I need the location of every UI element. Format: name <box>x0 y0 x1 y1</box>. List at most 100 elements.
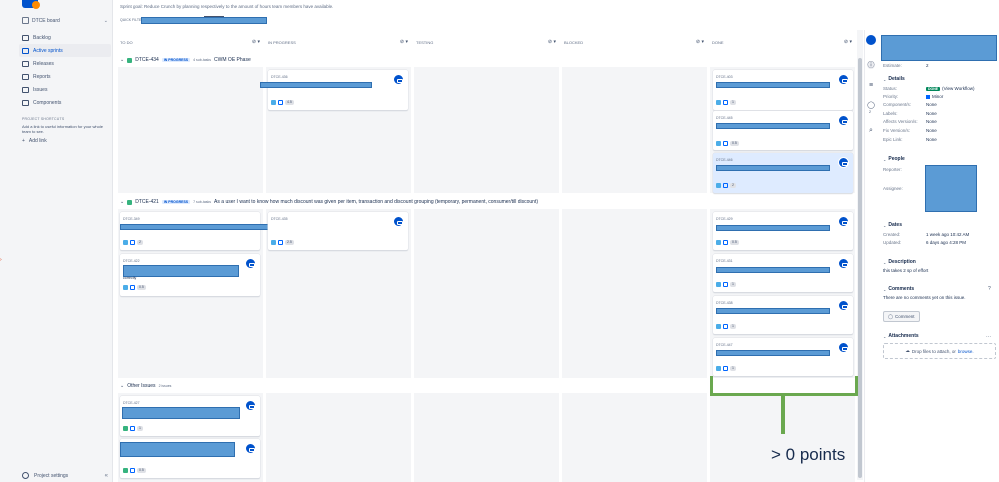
card-key[interactable]: DTCE-435 <box>271 217 288 221</box>
project-settings[interactable]: Project settings « <box>22 472 108 479</box>
issue-card[interactable]: DTCE-427 1 <box>120 396 260 436</box>
details-section-header[interactable]: ⌄ Details <box>883 76 905 82</box>
add-link-button[interactable]: + Add link <box>22 138 108 144</box>
more-options-icon[interactable]: ··· <box>986 334 991 340</box>
sidebar-item-active-sprints[interactable]: Active sprints <box>19 44 111 57</box>
column-constraint-icon[interactable]: ⊘ ▾ <box>548 39 556 45</box>
estimate-badge: 2.5 <box>285 240 294 245</box>
column-constraint-icon[interactable]: ⊘ ▾ <box>400 39 408 45</box>
attachment-icon[interactable]: ⌕ <box>867 127 875 135</box>
swimlane-header[interactable]: ⌄ DTCE-421 IN PROGRESS 7 sub-tasks As a … <box>120 199 538 205</box>
card-key[interactable]: DTCE-431 <box>716 259 733 263</box>
issue-card[interactable]: DTCE-349 2 <box>120 212 316 250</box>
section-title: Description <box>888 259 916 265</box>
issue-card[interactable]: DTCE-436 4.5 <box>260 70 408 110</box>
sidebar-item-backlog[interactable]: Backlog <box>19 31 111 44</box>
project-switcher[interactable]: DTCE board ⌄ <box>22 16 108 25</box>
story-icon <box>123 426 128 431</box>
sidebar-item-components[interactable]: Components <box>19 96 111 109</box>
issue-card[interactable]: DTCE-435 2.5 <box>268 212 408 250</box>
collapse-sidebar-button[interactable]: « <box>105 473 108 479</box>
sidebar-item-issues[interactable]: Issues <box>19 83 111 96</box>
attachment-dropzone[interactable]: ☁ Drop files to attach, or browse. <box>883 343 996 359</box>
column-constraint-icon[interactable]: ⊘ ▾ <box>844 39 852 45</box>
card-key[interactable]: DTCE-349 <box>123 217 140 221</box>
priority-icon <box>278 100 283 105</box>
affects-version-value[interactable]: None <box>926 119 937 124</box>
estimate-value[interactable]: 2 <box>926 63 929 68</box>
sidebar-item-releases[interactable]: Releases <box>19 57 111 70</box>
issue-card[interactable]: DTCE-403 1 <box>713 70 853 110</box>
chevron-down-icon[interactable]: ⌄ <box>120 383 124 389</box>
comment-icon[interactable]: ◯ <box>867 101 875 109</box>
comment-button[interactable]: ◯ Comment <box>883 311 920 322</box>
components-value[interactable]: None <box>926 102 937 107</box>
issue-card[interactable]: DTCE-431 1 <box>713 254 853 292</box>
issue-card[interactable]: DTCE-422 correctly 0.5 <box>120 254 260 296</box>
issue-card[interactable]: DTCE-447 1 <box>713 338 853 376</box>
avatar[interactable] <box>245 443 256 454</box>
attachments-section-header[interactable]: ⌄ Attachments <box>883 333 919 339</box>
people-section-header[interactable]: ⌄ People <box>883 156 905 162</box>
avatar[interactable] <box>838 300 849 311</box>
people-redacted <box>925 165 977 212</box>
sidebar-item-reports[interactable]: Reports <box>19 70 111 83</box>
view-workflow-link[interactable]: (View Workflow) <box>942 86 974 91</box>
info-icon[interactable]: ⓘ <box>867 61 875 69</box>
card-key[interactable]: DTCE-427 <box>123 401 140 405</box>
browse-link[interactable]: browse. <box>958 349 974 354</box>
estimate-badge: 2 <box>137 240 143 245</box>
avatar[interactable] <box>838 74 849 85</box>
epic-link-value[interactable]: None <box>926 137 937 142</box>
avatar[interactable] <box>393 74 404 85</box>
chevron-down-icon[interactable]: ⌄ <box>120 199 124 205</box>
avatar[interactable] <box>838 115 849 126</box>
swimlane-header[interactable]: ⌄ DTCE-434 IN PROGRESS 4 sub-tasks CWM O… <box>120 57 251 63</box>
avatar[interactable] <box>838 157 849 168</box>
swimlane-header[interactable]: ⌄ Other Issues 2 issues <box>120 383 171 389</box>
issue-card-selected[interactable]: DTCE-446 2 <box>713 153 853 193</box>
avatar[interactable] <box>245 258 256 269</box>
dates-section-header[interactable]: ⌄ Dates <box>883 222 902 228</box>
description-section-header[interactable]: ⌄ Description <box>883 259 916 265</box>
issue-card[interactable]: 0.5 <box>120 439 260 478</box>
avatar[interactable] <box>838 258 849 269</box>
column-constraint-icon[interactable]: ⊘ ▾ <box>252 39 260 45</box>
fix-version-value[interactable]: None <box>926 128 937 133</box>
column-cell <box>562 67 707 193</box>
avatar[interactable] <box>866 35 876 45</box>
chevron-down-icon[interactable]: ⌄ <box>104 18 108 24</box>
status-badge[interactable]: DONE <box>926 86 941 91</box>
avatar[interactable] <box>393 216 404 227</box>
card-key[interactable]: DTCE-429 <box>716 217 733 221</box>
quick-filters-redacted[interactable] <box>141 17 267 24</box>
description-icon[interactable]: ≡ <box>867 81 875 89</box>
issue-card[interactable]: DTCE-438 1 <box>713 296 853 334</box>
card-key[interactable]: DTCE-403 <box>716 75 733 79</box>
chevron-down-icon[interactable]: ⌄ <box>120 57 124 63</box>
comments-section-header[interactable]: ⌄ Comments <box>883 286 914 292</box>
avatar[interactable] <box>838 216 849 227</box>
card-key[interactable]: DTCE-422 <box>123 259 140 263</box>
column-constraint-icon[interactable]: ⊘ ▾ <box>696 39 704 45</box>
issue-card[interactable]: DTCE-445 0.5 <box>713 111 853 150</box>
card-key[interactable]: DTCE-438 <box>716 301 733 305</box>
description-text[interactable]: this takes 2 sp of effort <box>883 268 928 273</box>
card-key[interactable]: DTCE-447 <box>716 343 733 347</box>
priority-icon <box>723 240 728 245</box>
card-key[interactable]: DTCE-446 <box>716 158 733 162</box>
swimlane-key[interactable]: DTCE-421 <box>135 199 159 205</box>
affects-version-row: Affects Version/s: None <box>883 119 937 124</box>
board-scrollbar-thumb[interactable] <box>858 58 862 478</box>
board-icon <box>22 17 29 24</box>
priority-value[interactable]: Minor <box>932 94 943 99</box>
avatar[interactable] <box>838 342 849 353</box>
avatar[interactable] <box>245 400 256 411</box>
swimlane-key[interactable]: DTCE-434 <box>135 57 159 63</box>
help-icon[interactable]: ? <box>988 286 991 292</box>
labels-value[interactable]: None <box>926 111 937 116</box>
card-key[interactable]: DTCE-436 <box>271 75 288 79</box>
card-key[interactable]: DTCE-445 <box>716 116 733 120</box>
status-label: Status: <box>883 86 898 91</box>
issue-card[interactable]: DTCE-429 0.5 <box>713 212 853 250</box>
